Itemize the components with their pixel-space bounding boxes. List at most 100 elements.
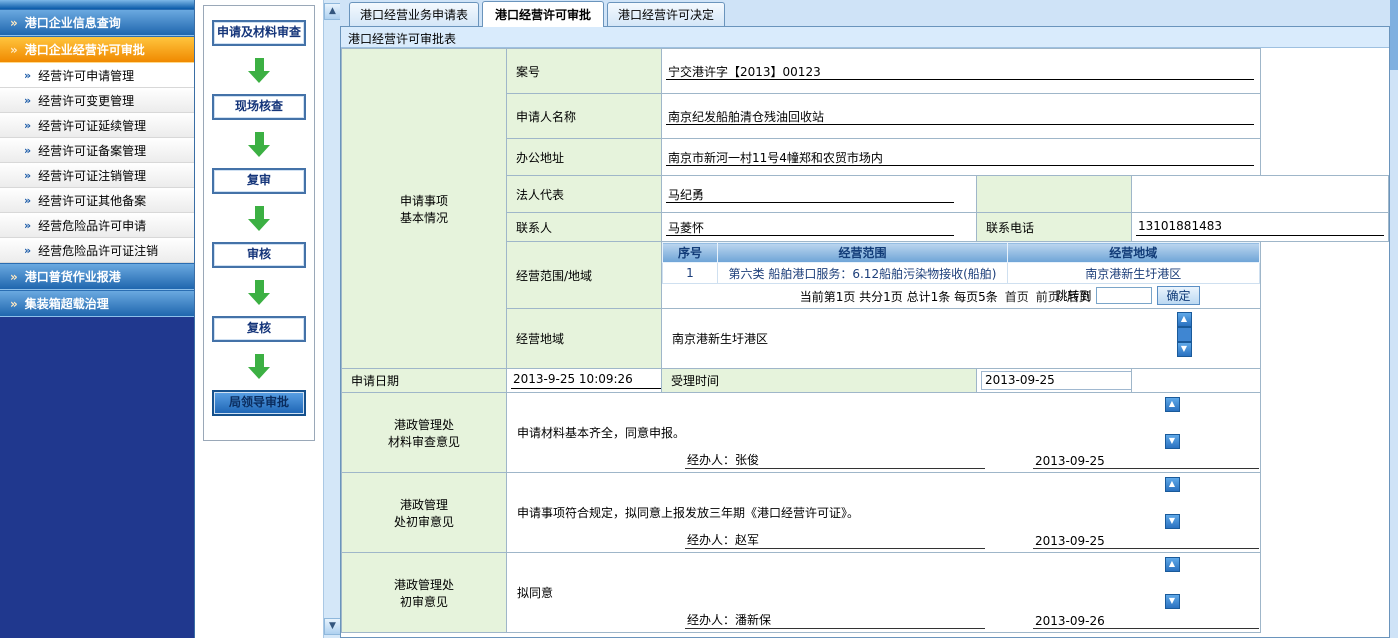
flow-down-arrow-icon [248,58,270,83]
sidebar-sub-label: 经营许可申请管理 [38,67,134,84]
applicant-cell: 南京纪发船舶清仓残油回收站 [662,94,1261,139]
scrollbar-thumb[interactable] [1390,0,1398,70]
workflow-step-leader-approval[interactable]: 局领导审批 [212,390,306,416]
sidebar-item-license-approval[interactable]: » 港口企业经营许可审批 [0,36,194,63]
region-value[interactable]: 南京港新生圩港区 [666,328,1256,349]
office-address-value[interactable]: 南京市新河一村11号4幢郑和农贸市场内 [666,149,1254,166]
accept-time-label: 受理时间 [662,369,977,393]
case-no-row: 申请事项 基本情况 案号 宁交港许字【2013】00123 [342,49,1389,94]
workflow-container: 申请及材料审查 现场核查 复审 审核 复核 局领导审批 [203,5,315,441]
opinion-text[interactable]: 申请事项符合规定，拟同意上报发放三年期《港口经营许可证》。 [511,502,1256,523]
handler-name: 经办人：张俊 [685,451,985,469]
pagination-bar: 当前第1页 共分1页 总计1条 每页5条 首页 前页 后页 尾页 跳转到 确定 [662,284,1260,308]
sidebar-item-license-apply-mgmt[interactable]: » 经营许可申请管理 [0,63,194,88]
content-scrollbar[interactable]: ▲ ▼ [323,0,340,638]
sidebar-item-license-renewal-mgmt[interactable]: » 经营许可证延续管理 [0,113,194,138]
scroll-up-icon[interactable]: ▲ [1165,397,1180,412]
scroll-down-icon[interactable]: ▼ [1165,514,1180,529]
tab-license-decision[interactable]: 港口经营许可决定 [607,2,725,26]
first-page-link[interactable]: 首页 [1005,288,1029,305]
applicant-value[interactable]: 南京纪发船舶清仓残油回收站 [666,108,1254,125]
opinion-text[interactable]: 拟同意 [511,582,1256,603]
legal-rep-value[interactable]: 马纪勇 [666,186,954,203]
workflow-step-recheck[interactable]: 复审 [212,168,306,194]
material-review-opinion-cell: 申请材料基本齐全，同意申报。 经办人：张俊 2013-09-25 ▲ ▼ [507,393,1261,473]
flow-down-arrow-icon [248,280,270,305]
sidebar-item-license-record-mgmt[interactable]: » 经营许可证备案管理 [0,138,194,163]
scroll-down-icon[interactable]: ▼ [1177,342,1192,357]
scroll-up-icon[interactable]: ▲ [1177,312,1192,327]
double-arrow-icon: » [24,219,31,232]
sidebar-item-license-change-mgmt[interactable]: » 经营许可变更管理 [0,88,194,113]
scrollbar-thumb[interactable] [1177,327,1192,342]
scroll-down-icon[interactable]: ▼ [1165,594,1180,609]
double-arrow-icon: » [24,144,31,157]
sidebar-sub-label: 经营许可证注销管理 [38,167,146,184]
case-no-value[interactable]: 宁交港许字【2013】00123 [666,63,1254,80]
tab-license-approval[interactable]: 港口经营许可审批 [482,1,604,27]
empty-value-cell [1132,369,1261,393]
accept-time-cell: 2013-09-25 [977,369,1132,393]
empty-value-cell [1132,176,1389,213]
jump-confirm-button[interactable]: 确定 [1157,286,1199,305]
opinion-date: 2013-09-26 [1033,614,1259,629]
phone-value[interactable]: 13101881483 [1136,219,1384,236]
region-label: 经营地域 [507,309,662,369]
opinion-date: 2013-09-25 [1033,454,1259,469]
opinion-date: 2013-09-25 [1033,534,1259,549]
scroll-up-icon[interactable]: ▲ [1165,477,1180,492]
workflow-step-site-check[interactable]: 现场核查 [212,94,306,120]
opinion-scrollbar: ▲ ▼ [1165,557,1180,609]
sidebar-item-enterprise-info-query[interactable]: » 港口企业信息查询 [0,9,194,36]
accept-time-value[interactable]: 2013-09-25 [981,371,1132,390]
date-row: 申请日期 2013-9-25 10:09:26 受理时间 2013-09-25 [342,369,1389,393]
handler-name: 经办人：赵军 [685,531,985,549]
contact-value[interactable]: 马菱怀 [666,219,954,236]
content-area: 港口经营许可审批表 申请事项 基本情况 案号 宁交港许字【2013】00123 … [340,27,1390,638]
sidebar-item-license-cancel-mgmt[interactable]: » 经营许可证注销管理 [0,163,194,188]
jump-page-input[interactable] [1096,287,1152,304]
first-review-opinion-cell: 申请事项符合规定，拟同意上报发放三年期《港口经营许可证》。 经办人：赵军 201… [507,473,1261,553]
main-panel: 港口经营业务申请表 港口经营许可审批 港口经营许可决定 港口经营许可审批表 申请… [340,0,1390,638]
workflow-step-application-review[interactable]: 申请及材料审查 [212,20,306,46]
jump-to-label: 跳转到 [1055,287,1091,304]
sidebar-sub-label: 经营许可证备案管理 [38,142,146,159]
apply-date-value[interactable]: 2013-9-25 10:09:26 [511,372,661,389]
double-arrow-icon: » [24,194,31,207]
form-title: 港口经营许可审批表 [341,27,1389,48]
jump-to-group: 跳转到 确定 [1055,286,1199,305]
sidebar-sub-label: 经营许可证其他备案 [38,192,146,209]
sidebar-item-container-overload[interactable]: » 集装箱超载治理 [0,290,194,317]
scope-scope-value: 第六类 船舶港口服务：6.12船舶污染物接收(船舶) [718,263,1008,284]
scroll-up-icon[interactable]: ▲ [1165,557,1180,572]
sidebar-item-cargo-operation-report[interactable]: » 港口普货作业报港 [0,263,194,290]
scroll-up-icon[interactable]: ▲ [324,3,341,20]
tab-bar: 港口经营业务申请表 港口经营许可审批 港口经营许可决定 [340,0,1390,27]
sidebar-item-dangerous-goods-apply[interactable]: » 经营危险品许可申请 [0,213,194,238]
workflow-step-audit[interactable]: 审核 [212,242,306,268]
page-scrollbar[interactable] [1390,0,1398,638]
tab-business-application-form[interactable]: 港口经营业务申请表 [349,2,479,26]
region-scrollbar: ▲ ▼ [1177,312,1192,357]
sidebar-group-label: 港口普货作业报港 [25,268,121,285]
scope-data-row[interactable]: 1 第六类 船舶港口服务：6.12船舶污染物接收(船舶) 南京港新生圩港区 [663,263,1260,284]
sidebar-item-dangerous-goods-cancel[interactable]: » 经营危险品许可证注销 [0,238,194,263]
sidebar-item-license-other-record[interactable]: » 经营许可证其他备案 [0,188,194,213]
double-arrow-icon: » [24,69,31,82]
legal-rep-label: 法人代表 [507,176,662,213]
workflow-step-review[interactable]: 复核 [212,316,306,342]
scroll-down-icon[interactable]: ▼ [1165,434,1180,449]
opinion-text[interactable]: 申请材料基本齐全，同意申报。 [511,422,1256,443]
scope-header-row: 序号 经营范围 经营地域 [663,243,1260,263]
sidebar-sub-label: 经营许可变更管理 [38,92,134,109]
material-review-opinion-row: 港政管理处 材料审查意见 申请材料基本齐全，同意申报。 经办人：张俊 2013-… [342,393,1389,473]
double-arrow-icon: » [24,119,31,132]
sidebar-group-label: 港口企业经营许可审批 [25,41,145,58]
scope-col-seq: 序号 [663,243,718,263]
double-arrow-icon: » [10,43,18,57]
double-arrow-icon: » [24,169,31,182]
opinion-footer: 经办人：潘新保 2013-09-26 [507,611,1260,629]
double-arrow-icon: » [10,297,18,311]
scroll-down-icon[interactable]: ▼ [324,618,341,635]
handler-name: 经办人：潘新保 [685,611,985,629]
